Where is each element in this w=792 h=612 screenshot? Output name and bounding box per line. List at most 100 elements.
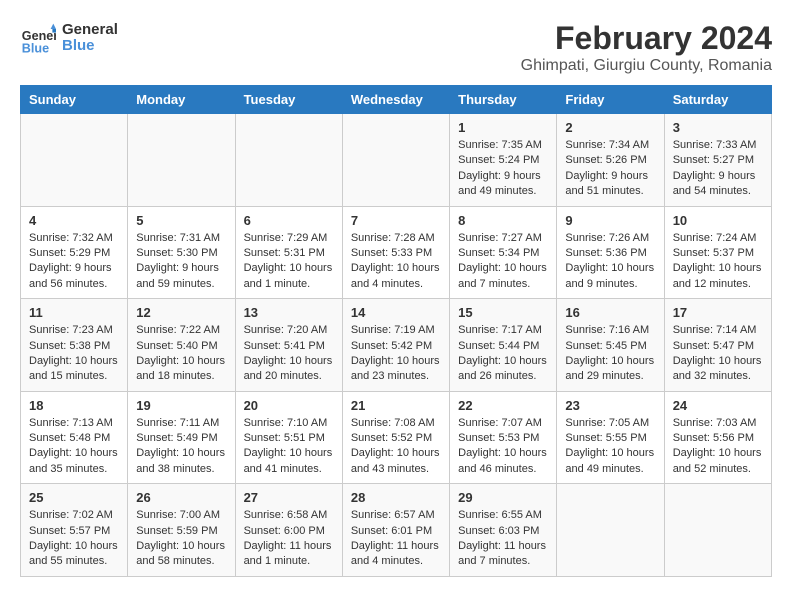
day-number: 2 xyxy=(565,120,655,135)
day-cell: 11Sunrise: 7:23 AMSunset: 5:38 PMDayligh… xyxy=(21,299,128,392)
page-header: General Blue General Blue February 2024 … xyxy=(20,20,772,75)
day-info: Sunrise: 7:10 AMSunset: 5:51 PMDaylight:… xyxy=(244,416,334,478)
header-thursday: Thursday xyxy=(450,86,557,114)
day-number: 24 xyxy=(673,398,763,413)
day-cell: 4Sunrise: 7:32 AMSunset: 5:29 PMDaylight… xyxy=(21,206,128,299)
day-number: 12 xyxy=(136,305,226,320)
day-cell: 3 Sunrise: 7:33 AMSunset: 5:27 PMDaylight… xyxy=(664,114,771,207)
week-row-1: 4Sunrise: 7:32 AMSunset: 5:29 PMDaylight… xyxy=(21,206,772,299)
day-cell: 27Sunrise: 6:58 AMSunset: 6:00 PMDayligh… xyxy=(235,484,342,577)
logo-icon: General Blue xyxy=(20,20,56,56)
day-number: 7 xyxy=(351,213,441,228)
day-cell: 20 Sunrise: 7:10 AMSunset: 5:51 PMDayligh… xyxy=(235,391,342,484)
day-cell xyxy=(21,114,128,207)
day-info: Sunrise: 7:07 AMSunset: 5:53 PMDaylight:… xyxy=(458,416,548,478)
day-info: Sunrise: 7:11 AMSunset: 5:49 PMDaylight:… xyxy=(136,416,226,478)
header-row: SundayMondayTuesdayWednesdayThursdayFrid… xyxy=(21,86,772,114)
day-cell xyxy=(557,484,664,577)
day-cell: 16Sunrise: 7:16 AMSunset: 5:45 PMDayligh… xyxy=(557,299,664,392)
day-cell: 26 Sunrise: 7:00 AMSunset: 5:59 PMDayligh… xyxy=(128,484,235,577)
day-number: 3 xyxy=(673,120,763,135)
day-cell: 2 Sunrise: 7:34 AMSunset: 5:26 PMDaylight… xyxy=(557,114,664,207)
day-number: 8 xyxy=(458,213,548,228)
day-number: 13 xyxy=(244,305,334,320)
day-number: 29 xyxy=(458,490,548,505)
week-row-3: 18 Sunrise: 7:13 AMSunset: 5:48 PMDayligh… xyxy=(21,391,772,484)
header-monday: Monday xyxy=(128,86,235,114)
day-info: Sunrise: 7:05 AMSunset: 5:55 PMDaylight:… xyxy=(565,416,655,478)
day-cell: 28Sunrise: 6:57 AMSunset: 6:01 PMDayligh… xyxy=(342,484,449,577)
calendar-table: SundayMondayTuesdayWednesdayThursdayFrid… xyxy=(20,85,772,577)
day-cell: 12 Sunrise: 7:22 AMSunset: 5:40 PMDayligh… xyxy=(128,299,235,392)
day-number: 9 xyxy=(565,213,655,228)
day-cell: 13 Sunrise: 7:20 AMSunset: 5:41 PMDayligh… xyxy=(235,299,342,392)
day-number: 17 xyxy=(673,305,763,320)
calendar-header: SundayMondayTuesdayWednesdayThursdayFrid… xyxy=(21,86,772,114)
day-number: 21 xyxy=(351,398,441,413)
day-cell: 15 Sunrise: 7:17 AMSunset: 5:44 PMDayligh… xyxy=(450,299,557,392)
day-cell: 25 Sunrise: 7:02 AMSunset: 5:57 PMDayligh… xyxy=(21,484,128,577)
week-row-4: 25 Sunrise: 7:02 AMSunset: 5:57 PMDayligh… xyxy=(21,484,772,577)
day-cell: 22 Sunrise: 7:07 AMSunset: 5:53 PMDayligh… xyxy=(450,391,557,484)
header-saturday: Saturday xyxy=(664,86,771,114)
header-wednesday: Wednesday xyxy=(342,86,449,114)
day-cell: 29 Sunrise: 6:55 AMSunset: 6:03 PMDayligh… xyxy=(450,484,557,577)
day-number: 5 xyxy=(136,213,226,228)
day-info: Sunrise: 7:03 AMSunset: 5:56 PMDaylight:… xyxy=(673,416,763,478)
calendar-subtitle: Ghimpati, Giurgiu County, Romania xyxy=(521,57,772,75)
day-info: Sunrise: 7:17 AMSunset: 5:44 PMDaylight:… xyxy=(458,323,548,385)
day-number: 1 xyxy=(458,120,548,135)
day-info: Sunrise: 7:08 AMSunset: 5:52 PMDaylight:… xyxy=(351,416,441,478)
day-number: 26 xyxy=(136,490,226,505)
day-info: Sunrise: 7:26 AMSunset: 5:36 PMDaylight:… xyxy=(565,231,655,293)
day-info: Sunrise: 7:27 AMSunset: 5:34 PMDaylight:… xyxy=(458,231,548,293)
day-cell: 18 Sunrise: 7:13 AMSunset: 5:48 PMDayligh… xyxy=(21,391,128,484)
week-row-2: 11Sunrise: 7:23 AMSunset: 5:38 PMDayligh… xyxy=(21,299,772,392)
calendar-body: 1 Sunrise: 7:35 AMSunset: 5:24 PMDaylight… xyxy=(21,114,772,577)
day-number: 22 xyxy=(458,398,548,413)
day-info: Sunrise: 6:55 AMSunset: 6:03 PMDaylight:… xyxy=(458,508,548,570)
day-info: Sunrise: 7:32 AMSunset: 5:29 PMDaylight:… xyxy=(29,231,119,293)
day-cell: 17 Sunrise: 7:14 AMSunset: 5:47 PMDayligh… xyxy=(664,299,771,392)
day-info: Sunrise: 7:22 AMSunset: 5:40 PMDaylight:… xyxy=(136,323,226,385)
day-info: Sunrise: 7:13 AMSunset: 5:48 PMDaylight:… xyxy=(29,416,119,478)
header-tuesday: Tuesday xyxy=(235,86,342,114)
day-number: 10 xyxy=(673,213,763,228)
header-sunday: Sunday xyxy=(21,86,128,114)
day-info: Sunrise: 7:34 AMSunset: 5:26 PMDaylight:… xyxy=(565,138,655,200)
logo-blue: Blue xyxy=(62,38,95,55)
day-cell xyxy=(128,114,235,207)
day-cell: 1 Sunrise: 7:35 AMSunset: 5:24 PMDaylight… xyxy=(450,114,557,207)
day-cell: 6 Sunrise: 7:29 AMSunset: 5:31 PMDaylight… xyxy=(235,206,342,299)
day-info: Sunrise: 7:02 AMSunset: 5:57 PMDaylight:… xyxy=(29,508,119,570)
day-info: Sunrise: 7:19 AMSunset: 5:42 PMDaylight:… xyxy=(351,323,441,385)
logo-general: General xyxy=(62,22,118,39)
day-cell xyxy=(342,114,449,207)
week-row-0: 1 Sunrise: 7:35 AMSunset: 5:24 PMDaylight… xyxy=(21,114,772,207)
day-info: Sunrise: 7:35 AMSunset: 5:24 PMDaylight:… xyxy=(458,138,548,200)
calendar-title: February 2024 xyxy=(521,20,772,57)
day-cell: 7Sunrise: 7:28 AMSunset: 5:33 PMDaylight… xyxy=(342,206,449,299)
day-info: Sunrise: 7:20 AMSunset: 5:41 PMDaylight:… xyxy=(244,323,334,385)
day-number: 23 xyxy=(565,398,655,413)
svg-text:Blue: Blue xyxy=(22,41,49,55)
day-number: 18 xyxy=(29,398,119,413)
day-cell xyxy=(235,114,342,207)
day-cell: 14Sunrise: 7:19 AMSunset: 5:42 PMDayligh… xyxy=(342,299,449,392)
day-info: Sunrise: 6:57 AMSunset: 6:01 PMDaylight:… xyxy=(351,508,441,570)
day-info: Sunrise: 7:33 AMSunset: 5:27 PMDaylight:… xyxy=(673,138,763,200)
day-number: 15 xyxy=(458,305,548,320)
day-info: Sunrise: 7:14 AMSunset: 5:47 PMDaylight:… xyxy=(673,323,763,385)
day-info: Sunrise: 7:29 AMSunset: 5:31 PMDaylight:… xyxy=(244,231,334,293)
day-cell: 19 Sunrise: 7:11 AMSunset: 5:49 PMDayligh… xyxy=(128,391,235,484)
day-number: 6 xyxy=(244,213,334,228)
logo: General Blue General Blue xyxy=(20,20,118,56)
day-number: 25 xyxy=(29,490,119,505)
day-number: 20 xyxy=(244,398,334,413)
title-block: February 2024 Ghimpati, Giurgiu County, … xyxy=(521,20,772,75)
day-number: 19 xyxy=(136,398,226,413)
day-info: Sunrise: 7:00 AMSunset: 5:59 PMDaylight:… xyxy=(136,508,226,570)
day-info: Sunrise: 7:24 AMSunset: 5:37 PMDaylight:… xyxy=(673,231,763,293)
day-number: 16 xyxy=(565,305,655,320)
day-info: Sunrise: 7:23 AMSunset: 5:38 PMDaylight:… xyxy=(29,323,119,385)
